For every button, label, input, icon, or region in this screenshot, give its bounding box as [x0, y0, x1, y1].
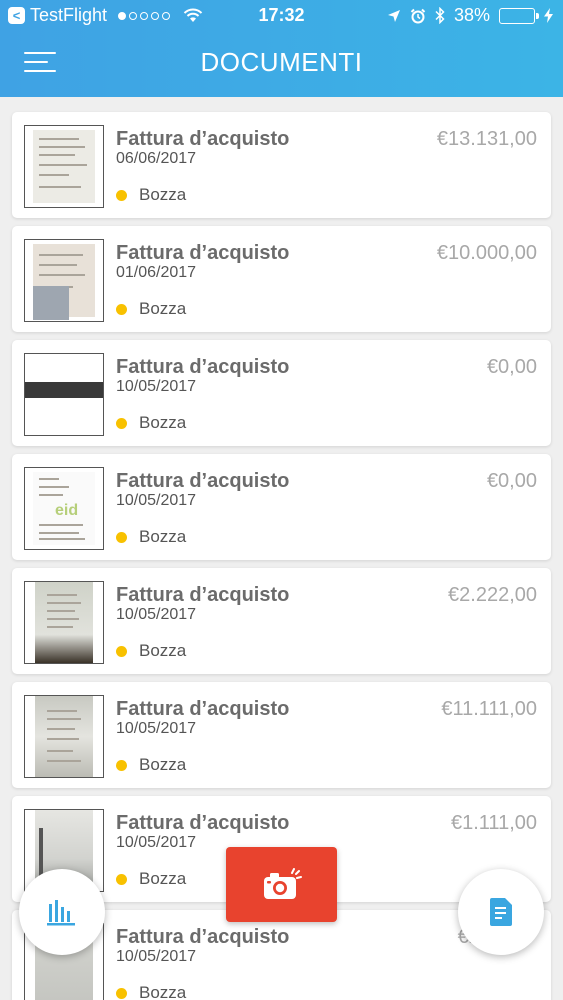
document-date: 10/05/2017	[116, 720, 197, 737]
document-status: Bozza	[116, 527, 186, 547]
document-card[interactable]: Fattura d’acquisto 10/05/2017 €11.111,00…	[12, 682, 551, 788]
document-amount: €2.222,00	[448, 584, 537, 606]
status-dot	[116, 759, 127, 771]
document-thumbnail	[24, 239, 104, 322]
bluetooth-icon	[435, 7, 445, 24]
document-amount: €13.131,00	[436, 128, 537, 150]
status-dot	[116, 531, 127, 543]
status-label: Bozza	[139, 641, 187, 660]
document-date: 10/05/2017	[116, 948, 197, 965]
document-title: Fattura d’acquisto	[116, 926, 290, 948]
status-label: Bozza	[139, 983, 187, 1000]
document-status: Bozza	[116, 299, 186, 319]
document-status: Bozza	[116, 185, 186, 205]
status-label: Bozza	[139, 869, 187, 888]
document-status: Bozza	[116, 983, 186, 1000]
camera-icon	[263, 867, 302, 899]
document-date: 06/06/2017	[116, 150, 197, 167]
location-icon	[387, 9, 400, 22]
document-date: 10/05/2017	[116, 492, 197, 509]
document-amount: €11.111,00	[441, 698, 537, 720]
page-title: DOCUMENTI	[200, 47, 363, 77]
app-header: < TestFlight 17:32 38% DOCUMENTI	[0, 0, 563, 97]
document-card[interactable]: Fattura d’acquisto 10/05/2017 €2.222,00 …	[12, 568, 551, 674]
battery-icon	[499, 7, 539, 24]
status-label: Bozza	[139, 527, 187, 546]
status-right: 38%	[387, 5, 553, 26]
status-dot	[116, 189, 127, 201]
document-thumbnail	[24, 353, 104, 436]
status-label: Bozza	[139, 413, 187, 432]
document-thumbnail: eid	[24, 467, 104, 550]
stats-button[interactable]	[19, 869, 105, 955]
document-title: Fattura d’acquisto	[116, 356, 290, 378]
status-dot	[116, 417, 127, 429]
document-thumbnail	[24, 581, 104, 664]
battery-percent: 38%	[453, 5, 490, 25]
document-card[interactable]: Fattura d’acquisto 10/05/2017 €0,00 Bozz…	[12, 340, 551, 446]
documents-button[interactable]	[458, 869, 544, 955]
document-title: Fattura d’acquisto	[116, 584, 290, 606]
charging-icon	[544, 8, 553, 23]
document-card[interactable]: Fattura d’acquisto 06/06/2017 €13.131,00…	[12, 112, 551, 218]
document-card[interactable]: Fattura d’acquisto 01/06/2017 €10.000,00…	[12, 226, 551, 332]
status-dot	[116, 987, 127, 999]
document-card[interactable]: eid Fattura d’acquisto 10/05/2017 €0,00 …	[12, 454, 551, 560]
document-status: Bozza	[116, 641, 186, 661]
document-title: Fattura d’acquisto	[116, 128, 290, 150]
bar-chart-icon	[47, 900, 75, 926]
document-title: Fattura d’acquisto	[116, 470, 290, 492]
status-dot	[116, 873, 127, 885]
document-date: 10/05/2017	[116, 606, 197, 623]
document-date: 01/06/2017	[116, 264, 197, 281]
document-status: Bozza	[116, 755, 186, 775]
document-title: Fattura d’acquisto	[116, 698, 290, 720]
alarm-icon	[410, 8, 426, 23]
document-thumbnail	[24, 125, 104, 208]
document-date: 10/05/2017	[116, 834, 197, 851]
camera-button[interactable]	[226, 847, 337, 922]
status-label: Bozza	[139, 299, 187, 318]
document-amount: €10.000,00	[436, 242, 537, 264]
status-dot	[116, 303, 127, 315]
document-amount: €0,00	[486, 470, 537, 492]
document-date: 10/05/2017	[116, 378, 197, 395]
status-dot	[116, 645, 127, 657]
document-amount: €1.111,00	[450, 812, 537, 834]
status-bar: < TestFlight 17:32 38%	[0, 0, 563, 32]
document-title: Fattura d’acquisto	[116, 242, 290, 264]
document-status: Bozza	[116, 413, 186, 433]
status-label: Bozza	[139, 185, 187, 204]
status-label: Bozza	[139, 755, 187, 774]
document-thumbnail	[24, 695, 104, 778]
document-status: Bozza	[116, 869, 186, 889]
document-title: Fattura d’acquisto	[116, 812, 290, 834]
document-icon	[490, 898, 512, 926]
document-amount: €0,00	[486, 356, 537, 378]
